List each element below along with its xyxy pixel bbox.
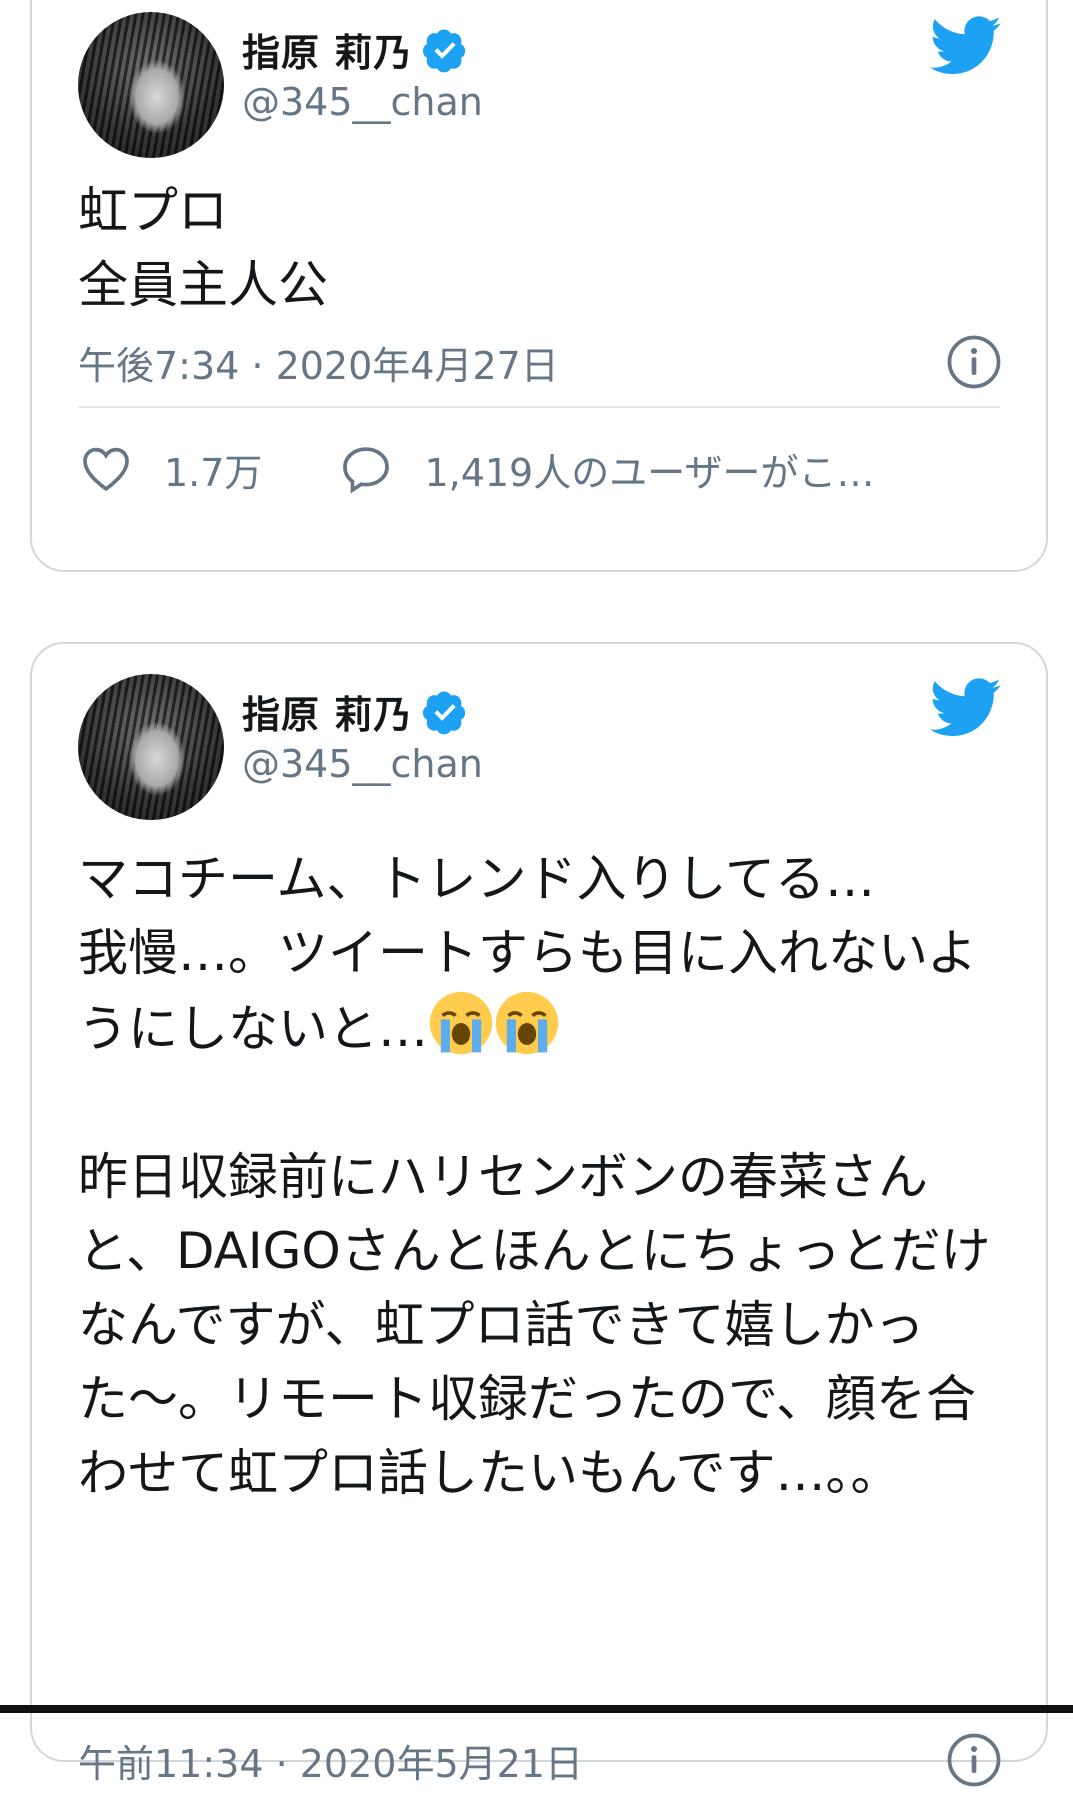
- reply-bubble-icon: [338, 441, 394, 497]
- timestamp[interactable]: 午後7:34 · 2020年4月27日: [78, 335, 559, 390]
- user-handle[interactable]: @345__chan: [242, 742, 483, 786]
- twitter-bird-icon[interactable]: [930, 678, 1002, 738]
- info-icon[interactable]: [946, 1732, 1002, 1788]
- author-name-row: 指原 莉乃: [242, 684, 468, 739]
- avatar[interactable]: [78, 12, 224, 158]
- tweet-actions: 1.7万 1,419人のユーザーがこ…: [32, 408, 1046, 530]
- user-handle[interactable]: @345__chan: [242, 80, 483, 124]
- verified-badge-icon: [422, 689, 468, 735]
- verified-badge-icon: [422, 27, 468, 73]
- tweet-text-part2: 昨日収録前にハリセンボンの春菜さんと、DAIGOさんとほんとにちょっとだけなんで…: [78, 1148, 991, 1502]
- info-icon[interactable]: [946, 334, 1002, 390]
- tweet-card[interactable]: 指原 莉乃 @345__chan 虹プロ 全員主人公 午後7:34 · 2020…: [30, 0, 1048, 572]
- bottom-edge: [0, 1705, 1073, 1713]
- timestamp[interactable]: 午前11:34 · 2020年5月21日: [78, 1733, 583, 1788]
- tweet-card[interactable]: 指原 莉乃 @345__chan マコチーム、トレンド入りしてる… 我慢…。ツイ…: [30, 642, 1048, 1762]
- like-count: 1.7万: [164, 442, 262, 497]
- avatar[interactable]: [78, 674, 224, 820]
- like-button[interactable]: 1.7万: [78, 441, 262, 497]
- heart-icon: [78, 441, 134, 497]
- twitter-bird-icon[interactable]: [930, 16, 1002, 76]
- display-name[interactable]: 指原 莉乃: [242, 22, 412, 77]
- tweet-text: 虹プロ 全員主人公: [32, 152, 1046, 318]
- author-name-row: 指原 莉乃: [242, 22, 468, 77]
- tweet-header: 指原 莉乃 @345__chan: [32, 2, 1046, 152]
- reply-count: 1,419人のユーザーがこ…: [424, 442, 874, 497]
- tweet-meta: 午前11:34 · 2020年5月21日: [32, 1720, 1046, 1800]
- reply-button[interactable]: 1,419人のユーザーがこ…: [338, 441, 874, 497]
- display-name[interactable]: 指原 莉乃: [242, 684, 412, 739]
- tweet-text: マコチーム、トレンド入りしてる… 我慢…。ツイートすらも目に入れないようにしない…: [32, 814, 1046, 1720]
- crying-emoji-icon: [428, 990, 494, 1056]
- crying-emoji-icon: [494, 990, 560, 1056]
- tweet-meta: 午後7:34 · 2020年4月27日: [32, 318, 1046, 406]
- tweet-header: 指原 莉乃 @345__chan: [32, 664, 1046, 814]
